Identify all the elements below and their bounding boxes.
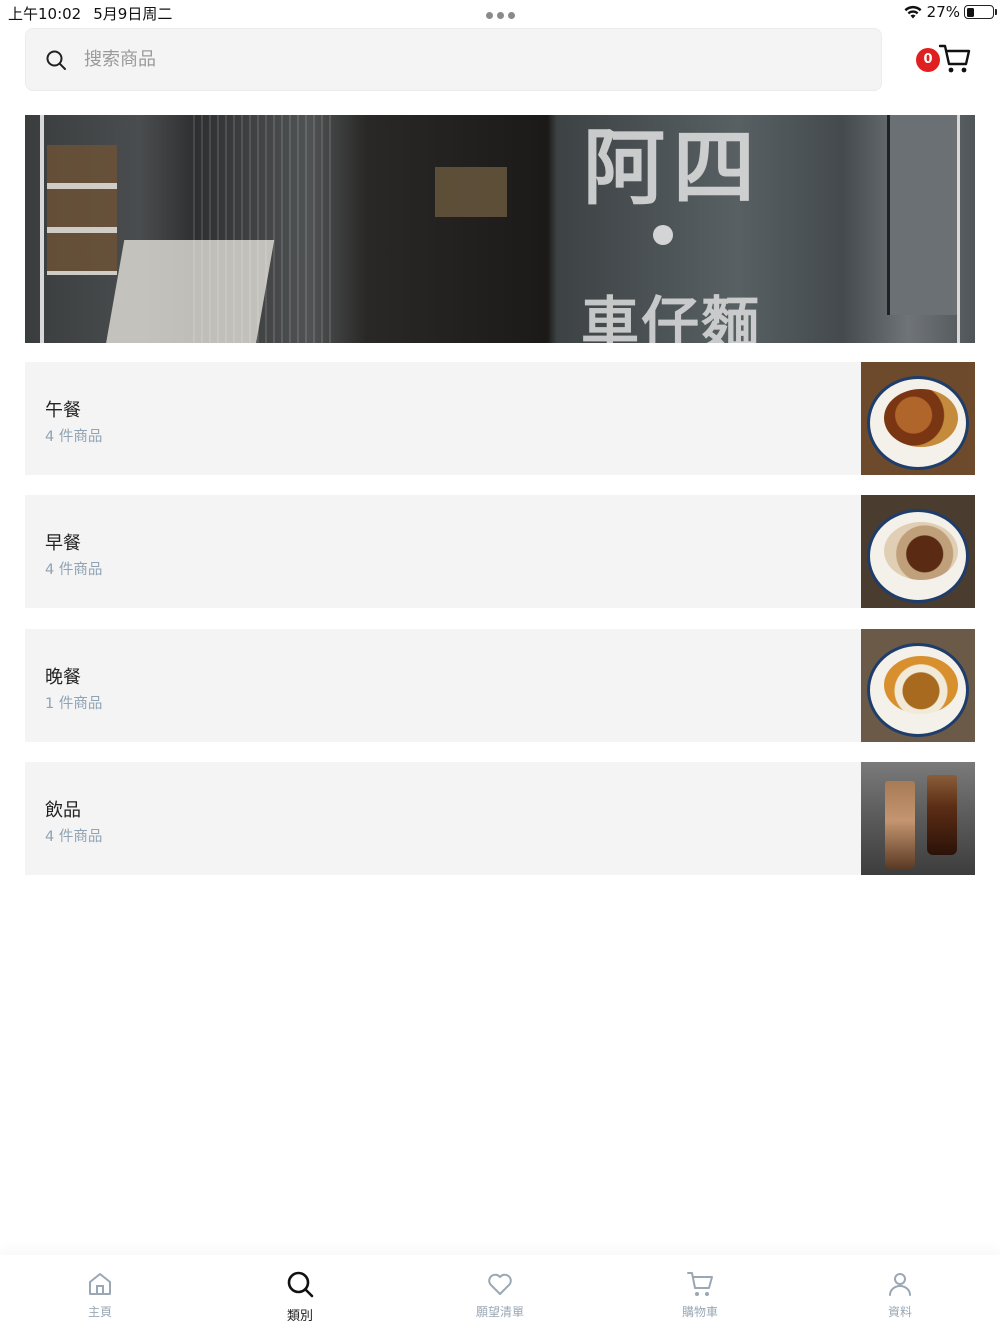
search-icon <box>287 1271 314 1298</box>
category-count: 4 件商品 <box>45 829 103 845</box>
cart-icon <box>687 1272 713 1296</box>
category-thumbnail <box>861 629 975 742</box>
tab-home[interactable]: 主頁 <box>40 1255 160 1334</box>
category-count: 4 件商品 <box>45 562 103 578</box>
category-count: 1 件商品 <box>45 696 103 712</box>
tab-profile[interactable]: 資料 <box>840 1255 960 1334</box>
category-card-dinner[interactable]: 晚餐 1 件商品 <box>25 629 975 742</box>
category-card-drinks[interactable]: 飲品 4 件商品 <box>25 762 975 875</box>
tab-label: 資料 <box>887 1305 912 1319</box>
battery-icon <box>964 5 997 19</box>
category-thumbnail <box>861 362 975 475</box>
category-thumbnail <box>861 495 975 608</box>
status-time: 上午10:02 <box>8 5 82 23</box>
category-card-lunch[interactable]: 午餐 4 件商品 <box>25 362 975 475</box>
home-icon <box>89 1273 111 1295</box>
battery-percent: 27% <box>926 3 960 21</box>
user-icon <box>889 1273 911 1296</box>
status-date: 5月9日周二 <box>93 5 173 23</box>
multitasking-dots[interactable] <box>486 12 515 19</box>
tab-label: 購物車 <box>681 1305 718 1319</box>
search-icon <box>46 50 66 70</box>
battery-level <box>966 7 974 17</box>
tab-wishlist[interactable]: 願望清單 <box>440 1255 560 1334</box>
status-bar: 上午10:02 5月9日周二 27% <box>0 0 1000 26</box>
banner-sign-main: 阿四 <box>583 121 764 216</box>
tab-label: 主頁 <box>87 1305 112 1319</box>
bottom-tab-bar: 主頁 類別 願望清單 購物車 資料 <box>0 1255 1000 1334</box>
category-thumbnail <box>861 762 975 875</box>
tab-categories[interactable]: 類別 <box>240 1255 360 1334</box>
banner-sign-sub: 車仔麵 <box>581 290 762 343</box>
cart-icon <box>938 44 971 73</box>
category-count: 4 件商品 <box>45 429 103 445</box>
category-card-breakfast[interactable]: 早餐 4 件商品 <box>25 495 975 608</box>
tab-label: 類別 <box>286 1309 313 1324</box>
header-cart-button[interactable]: 0 <box>916 42 972 78</box>
search-bar[interactable] <box>25 28 882 91</box>
category-name: 晚餐 <box>45 667 81 688</box>
tab-cart[interactable]: 購物車 <box>640 1255 760 1334</box>
heart-icon <box>488 1273 512 1295</box>
search-input[interactable] <box>84 49 784 70</box>
category-name: 午餐 <box>45 400 81 421</box>
status-indicators: 27% <box>903 3 997 21</box>
tab-label: 願望清單 <box>475 1305 524 1319</box>
store-banner-image[interactable]: 阿四 車仔麵 <box>25 115 975 343</box>
wifi-icon <box>904 5 922 19</box>
status-time-date: 上午10:02 5月9日周二 <box>8 3 172 24</box>
cart-count-badge: 0 <box>916 48 940 72</box>
category-name: 飲品 <box>45 800 81 821</box>
category-name: 早餐 <box>45 533 81 554</box>
